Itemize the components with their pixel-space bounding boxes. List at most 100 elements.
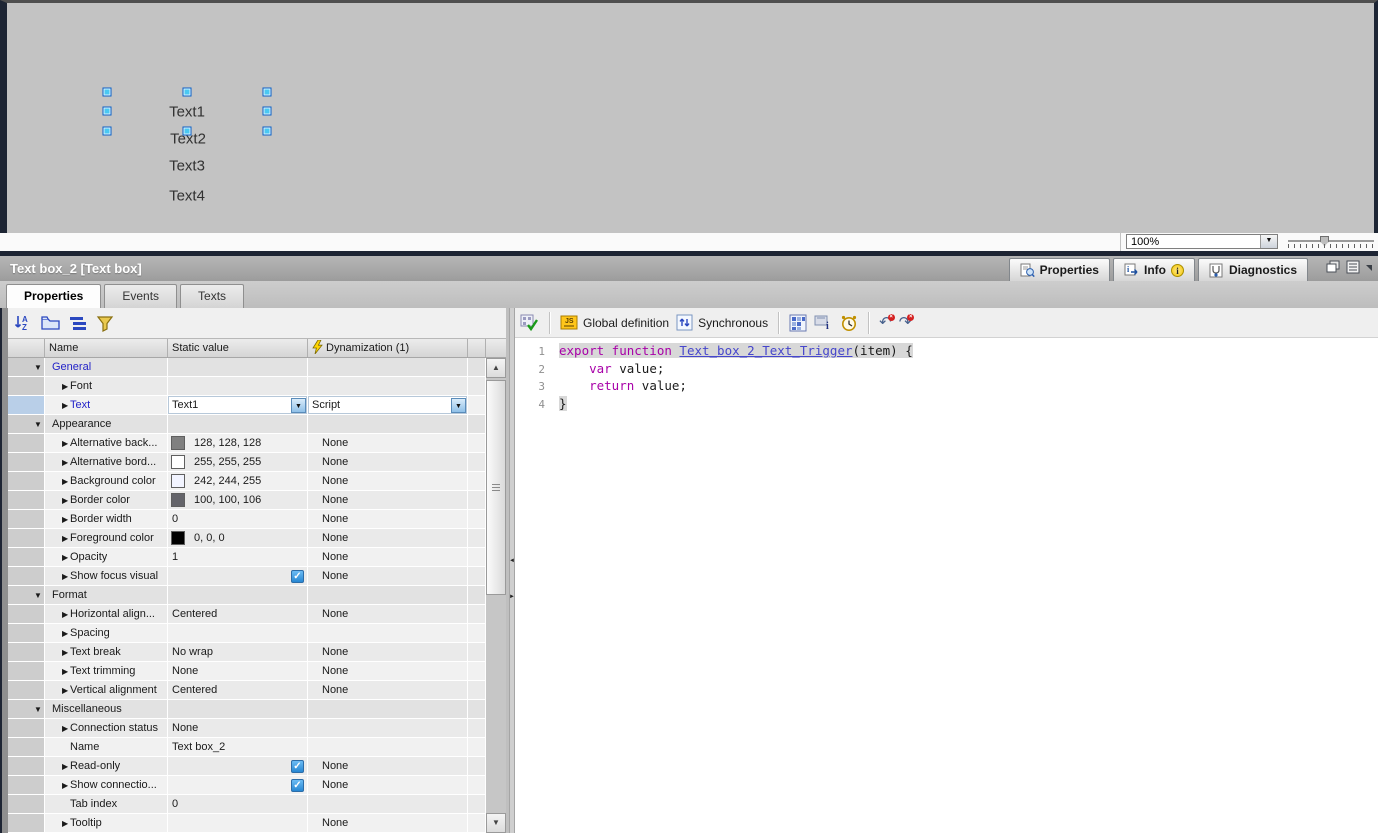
collapse-arrow-icon[interactable]: ▼: [34, 415, 42, 434]
property-row-border-color[interactable]: ▶Border color100, 100, 106None: [0, 491, 509, 510]
expand-arrow-icon[interactable]: ▶: [62, 776, 68, 795]
expand-arrow-icon[interactable]: ▶: [62, 757, 68, 776]
property-row-background-color[interactable]: ▶Background color242, 244, 255None: [0, 472, 509, 491]
row-selector-cell[interactable]: [8, 757, 45, 776]
sort-az-icon[interactable]: A Z: [14, 314, 32, 332]
row-selector-cell[interactable]: [8, 795, 45, 814]
selection-handle[interactable]: [262, 87, 271, 96]
folder-view-icon[interactable]: [41, 315, 60, 331]
timer-icon[interactable]: [840, 314, 858, 332]
property-row-connection-status[interactable]: ▶Connection statusNone: [0, 719, 509, 738]
checkbox-checked[interactable]: ✓: [291, 570, 304, 583]
expand-arrow-icon[interactable]: ▶: [62, 377, 68, 396]
row-selector-cell[interactable]: [8, 643, 45, 662]
row-selector-cell[interactable]: [8, 529, 45, 548]
code-text[interactable]: }: [559, 396, 567, 411]
design-canvas[interactable]: Text1Text2Text3Text4: [0, 0, 1378, 233]
selection-handle[interactable]: [262, 106, 271, 115]
selection-handle[interactable]: [182, 126, 191, 135]
expand-arrow-icon[interactable]: ▶: [62, 605, 68, 624]
list-view-icon[interactable]: [69, 315, 87, 331]
selection-handle[interactable]: [262, 126, 271, 135]
tab-texts[interactable]: Texts: [180, 284, 244, 308]
header-static-value[interactable]: Static value: [168, 339, 308, 357]
row-selector-cell[interactable]: [8, 472, 45, 491]
row-selector-cell[interactable]: [8, 510, 45, 529]
row-selector-cell[interactable]: [8, 548, 45, 567]
row-selector-cell[interactable]: [8, 738, 45, 757]
header-selector-column[interactable]: [8, 339, 45, 357]
code-text[interactable]: var value;: [559, 361, 664, 376]
expand-arrow-icon[interactable]: ▶: [62, 510, 68, 529]
property-row-name[interactable]: NameText box_2: [0, 738, 509, 757]
collapse-panel-icon[interactable]: [1366, 265, 1372, 271]
expand-arrow-icon[interactable]: ▶: [62, 548, 68, 567]
expand-arrow-icon[interactable]: ▶: [62, 814, 68, 833]
section-row-appearance[interactable]: ▼Appearance: [0, 415, 509, 434]
property-row-tab-index[interactable]: Tab index0: [0, 795, 509, 814]
property-grid-scrollbar[interactable]: ▲ ▼: [486, 358, 506, 833]
row-selector-cell[interactable]: [8, 396, 45, 415]
header-dynamization[interactable]: Dynamization (1): [308, 339, 468, 357]
color-swatch[interactable]: [171, 474, 185, 488]
property-row-font[interactable]: ▶Font: [0, 377, 509, 396]
collapse-arrow-icon[interactable]: ▼: [34, 586, 42, 605]
row-selector-cell[interactable]: [8, 776, 45, 795]
property-row-show-focus-visual[interactable]: ▶Show focus visual✓None: [0, 567, 509, 586]
expand-arrow-icon[interactable]: ▶: [62, 529, 68, 548]
property-row-border-width[interactable]: ▶Border width0None: [0, 510, 509, 529]
global-definition-button[interactable]: JS Global definition: [560, 314, 669, 331]
property-row-spacing[interactable]: ▶Spacing: [0, 624, 509, 643]
dropdown-button[interactable]: [291, 398, 306, 413]
checkbox-checked[interactable]: ✓: [291, 779, 304, 792]
section-row-format[interactable]: ▼Format: [0, 586, 509, 605]
color-swatch[interactable]: [171, 455, 185, 469]
expand-arrow-icon[interactable]: ▶: [62, 434, 68, 453]
property-row-show-connectio[interactable]: ▶Show connectio...✓None: [0, 776, 509, 795]
scroll-up-button[interactable]: ▲: [486, 358, 506, 378]
collapse-arrow-icon[interactable]: ▼: [34, 358, 42, 377]
code-line[interactable]: 3 return value;: [515, 377, 1378, 395]
tab-properties[interactable]: Properties: [6, 284, 101, 308]
row-selector-cell[interactable]: [8, 662, 45, 681]
script-code-area[interactable]: 1export function Text_box_2_Text_Trigger…: [515, 339, 1378, 833]
expand-panel-icon[interactable]: [1346, 260, 1360, 274]
expand-arrow-icon[interactable]: ▶: [62, 643, 68, 662]
dropdown-button[interactable]: [451, 398, 466, 413]
expand-arrow-icon[interactable]: ▶: [62, 567, 68, 586]
zoom-slider[interactable]: [1288, 235, 1374, 249]
expand-arrow-icon[interactable]: ▶: [62, 624, 68, 643]
property-row-alternative-back[interactable]: ▶Alternative back...128, 128, 128None: [0, 434, 509, 453]
property-row-horizontal-align[interactable]: ▶Horizontal align...CenteredNone: [0, 605, 509, 624]
row-selector-cell[interactable]: [8, 624, 45, 643]
property-row-text-break[interactable]: ▶Text breakNo wrapNone: [0, 643, 509, 662]
property-row-tooltip[interactable]: ▶TooltipNone: [0, 814, 509, 833]
system-functions-icon[interactable]: i: [814, 314, 833, 331]
color-swatch[interactable]: [171, 493, 185, 507]
property-row-read-only[interactable]: ▶Read-only✓None: [0, 757, 509, 776]
scroll-down-button[interactable]: ▼: [486, 813, 506, 833]
color-swatch[interactable]: [171, 531, 185, 545]
row-selector-cell[interactable]: [8, 491, 45, 510]
code-text[interactable]: export function Text_box_2_Text_Trigger(…: [559, 343, 913, 358]
zoom-slider-track[interactable]: [1288, 240, 1374, 242]
selection-handle[interactable]: [102, 126, 111, 135]
section-row-miscellaneous[interactable]: ▼Miscellaneous: [0, 700, 509, 719]
row-selector-cell[interactable]: [8, 377, 45, 396]
selection-handle[interactable]: [102, 106, 111, 115]
expand-arrow-icon[interactable]: ▶: [62, 719, 68, 738]
zoom-level-select[interactable]: 100%: [1126, 234, 1278, 249]
view-tab-properties[interactable]: Properties: [1009, 258, 1110, 281]
expand-arrow-icon[interactable]: ▶: [62, 491, 68, 510]
canvas-text-object[interactable]: Text1: [169, 104, 205, 121]
canvas-text-object[interactable]: Text3: [169, 158, 205, 175]
tab-events[interactable]: Events: [104, 284, 177, 308]
header-name[interactable]: Name: [45, 339, 168, 357]
code-line[interactable]: 1export function Text_box_2_Text_Trigger…: [515, 342, 1378, 360]
property-row-alternative-bord[interactable]: ▶Alternative bord...255, 255, 255None: [0, 453, 509, 472]
property-row-foreground-color[interactable]: ▶Foreground color0, 0, 0None: [0, 529, 509, 548]
discard-change-icon[interactable]: ↷×: [899, 315, 912, 331]
float-panel-icon[interactable]: [1326, 260, 1340, 274]
synchronous-toggle[interactable]: Synchronous: [676, 314, 768, 331]
view-tab-info[interactable]: i Info i: [1113, 258, 1195, 281]
